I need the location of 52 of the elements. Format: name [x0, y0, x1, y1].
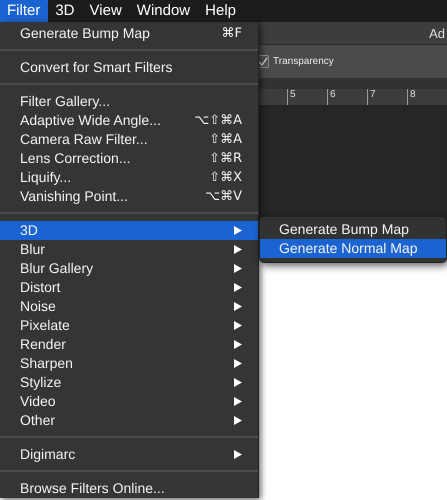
menu-item[interactable]: Generate Bump Map ⌘F	[0, 24, 258, 43]
ruler-number: 5	[287, 89, 327, 105]
ruler-number: 7	[367, 89, 407, 105]
menu-item[interactable]: Vanishing Point... ⌥⌘V	[0, 187, 258, 206]
menu-item[interactable]: Filter Gallery...	[0, 92, 258, 111]
menu-item[interactable]: Generate Normal Map	[260, 239, 446, 258]
menu-bar-item[interactable]: Help	[198, 0, 244, 22]
submenu-arrow-icon	[234, 397, 242, 406]
menu-item[interactable]: Distort	[0, 278, 258, 297]
menu-item[interactable]: Blur Gallery	[0, 259, 258, 278]
menu-item[interactable]: Liquify... ⇧⌘X	[0, 168, 258, 187]
menu-bar-item[interactable]: Filter	[0, 0, 48, 22]
submenu-arrow-icon	[234, 283, 242, 292]
panel-title: Ad	[429, 26, 446, 40]
submenu-arrow-icon	[234, 378, 242, 387]
menu-item[interactable]: Noise	[0, 297, 258, 316]
submenu-arrow-icon	[234, 264, 242, 273]
shortcut-label: ⇧⌘R	[209, 150, 242, 168]
menu-item[interactable]: Blur	[0, 240, 258, 259]
menu-item[interactable]: Render	[0, 335, 258, 354]
menu-item[interactable]: 3D	[0, 221, 258, 240]
shortcut-label: ⌥⌘V	[205, 188, 242, 206]
menu-item[interactable]: Stylize	[0, 373, 258, 392]
menu-bar-item[interactable]: Window	[130, 0, 198, 22]
menu-item[interactable]: Camera Raw Filter... ⇧⌘A	[0, 130, 258, 149]
menu-bar-item[interactable]: View	[82, 0, 130, 22]
submenu-arrow-icon	[234, 321, 242, 330]
submenu-arrow-icon	[234, 245, 242, 254]
submenu-arrow-icon	[234, 416, 242, 425]
menu-item[interactable]: Adaptive Wide Angle... ⌥⇧⌘A	[0, 111, 258, 130]
ruler-number: 6	[327, 89, 367, 105]
menu-item[interactable]: Sharpen	[0, 354, 258, 373]
menu-item[interactable]: Video	[0, 392, 258, 411]
menu-bar-item[interactable]: 3D	[48, 0, 83, 22]
submenu-arrow-icon	[234, 359, 242, 368]
menu-item[interactable]: Convert for Smart Filters	[0, 58, 258, 77]
submenu-arrow-icon	[234, 302, 242, 311]
ruler-number: 8	[407, 89, 447, 105]
submenu-arrow-icon	[234, 450, 242, 459]
menu-item[interactable]: Digimarc	[0, 445, 258, 464]
shortcut-label: ⇧⌘X	[209, 169, 242, 187]
shortcut-label: ⌘F	[222, 25, 242, 43]
option-label: Transparency	[273, 56, 334, 67]
submenu-arrow-icon	[234, 226, 242, 235]
menu-item[interactable]: Lens Correction... ⇧⌘R	[0, 149, 258, 168]
shortcut-label: ⇧⌘A	[209, 131, 242, 149]
menu-item[interactable]: Other	[0, 411, 258, 430]
menu-item[interactable]: Browse Filters Online...	[0, 479, 258, 498]
menu-item[interactable]: Generate Bump Map	[260, 220, 446, 239]
menu-item[interactable]: Pixelate	[0, 316, 258, 335]
submenu-arrow-icon	[234, 340, 242, 349]
shortcut-label: ⌥⇧⌘A	[194, 112, 242, 130]
